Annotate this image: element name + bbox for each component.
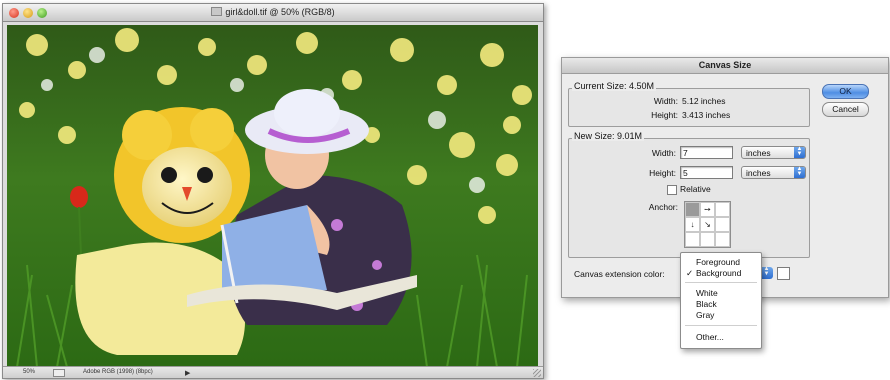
arrow-right-icon: ➙ [704, 205, 711, 214]
height-unit-stepper-icon: ▲ ▼ [794, 166, 805, 178]
document-title: girl&doll.tif @ 50% (RGB/8) [225, 7, 335, 17]
anchor-top-center[interactable]: ➙ [700, 202, 715, 217]
anchor-middle-left[interactable]: ↓ [685, 217, 700, 232]
relative-label[interactable]: Relative [680, 184, 711, 194]
current-size-group [568, 88, 810, 127]
dialog-title: Canvas Size [562, 58, 888, 74]
anchor-top-right[interactable] [715, 202, 730, 217]
document-proxy-icon [211, 7, 223, 16]
resize-grip-icon[interactable] [533, 369, 541, 377]
anchor-grid[interactable]: ➙ ↓ ↘ [684, 201, 731, 248]
minimize-window-icon[interactable] [23, 8, 33, 18]
document-statusbar: 50% Adobe RGB (1998) (8bpc) ▶ [3, 366, 543, 378]
relative-checkbox[interactable] [667, 185, 677, 195]
menu-item-black[interactable]: Black [681, 299, 761, 309]
menu-separator [685, 282, 757, 283]
menu-item-foreground[interactable]: Foreground [681, 257, 761, 267]
document-titlebar[interactable]: girl&doll.tif @ 50% (RGB/8) [3, 4, 543, 22]
extension-color-menu: Foreground ✓ Background White Black Gray… [680, 252, 762, 349]
zoom-window-icon[interactable] [37, 8, 47, 18]
width-input[interactable]: 7 [680, 146, 733, 159]
anchor-bottom-left[interactable] [685, 232, 700, 247]
menu-item-gray[interactable]: Gray [681, 310, 761, 320]
extension-color-swatch[interactable] [777, 267, 790, 280]
height-unit-select[interactable]: inches ▲ ▼ [741, 166, 806, 179]
current-width-value: 5.12 inches [682, 96, 726, 106]
anchor-label: Anchor: [648, 202, 678, 212]
current-height-label: Height: [651, 110, 678, 120]
canvas-extension-color-label: Canvas extension color: [574, 269, 665, 279]
current-width-label: Width: [653, 96, 678, 106]
new-width-label: Width: [651, 148, 676, 158]
cancel-button[interactable]: Cancel [822, 102, 869, 117]
anchor-top-left[interactable] [685, 202, 700, 217]
menu-item-other[interactable]: Other... [681, 332, 761, 342]
checkmark-icon: ✓ [686, 268, 694, 278]
current-size-label: Current Size: 4.50M [572, 81, 657, 91]
current-height-value: 3.413 inches [682, 110, 731, 120]
new-height-label: Height: [649, 168, 676, 178]
close-window-icon[interactable] [9, 8, 19, 18]
menu-separator [685, 325, 757, 326]
color-profile-info: Adobe RGB (1998) (8bpc) [83, 369, 153, 375]
menu-item-background[interactable]: ✓ Background [681, 268, 761, 278]
new-size-label: New Size: 9.01M [572, 131, 645, 141]
width-unit-stepper-icon: ▲ ▼ [794, 146, 805, 158]
menu-item-white[interactable]: White [681, 288, 761, 298]
zoom-menu-button[interactable] [53, 369, 65, 377]
height-unit-value: inches [746, 168, 771, 178]
document-window: girl&doll.tif @ 50% (RGB/8) 50% Adobe RG… [2, 3, 544, 379]
height-input[interactable]: 5 [680, 166, 733, 179]
arrow-down-right-icon: ↘ [704, 220, 711, 229]
photo-girl-and-doll [7, 25, 538, 367]
anchor-center[interactable]: ↘ [700, 217, 715, 232]
anchor-bottom-right[interactable] [715, 232, 730, 247]
zoom-level[interactable]: 50% [23, 367, 35, 378]
anchor-middle-right[interactable] [715, 217, 730, 232]
anchor-bottom-center[interactable] [700, 232, 715, 247]
ok-button[interactable]: OK [822, 84, 869, 99]
width-unit-value: inches [746, 148, 771, 158]
status-menu-arrow-icon[interactable]: ▶ [185, 368, 190, 379]
width-unit-select[interactable]: inches ▲ ▼ [741, 146, 806, 159]
arrow-down-icon: ↓ [690, 220, 695, 229]
image-canvas[interactable] [7, 25, 538, 367]
